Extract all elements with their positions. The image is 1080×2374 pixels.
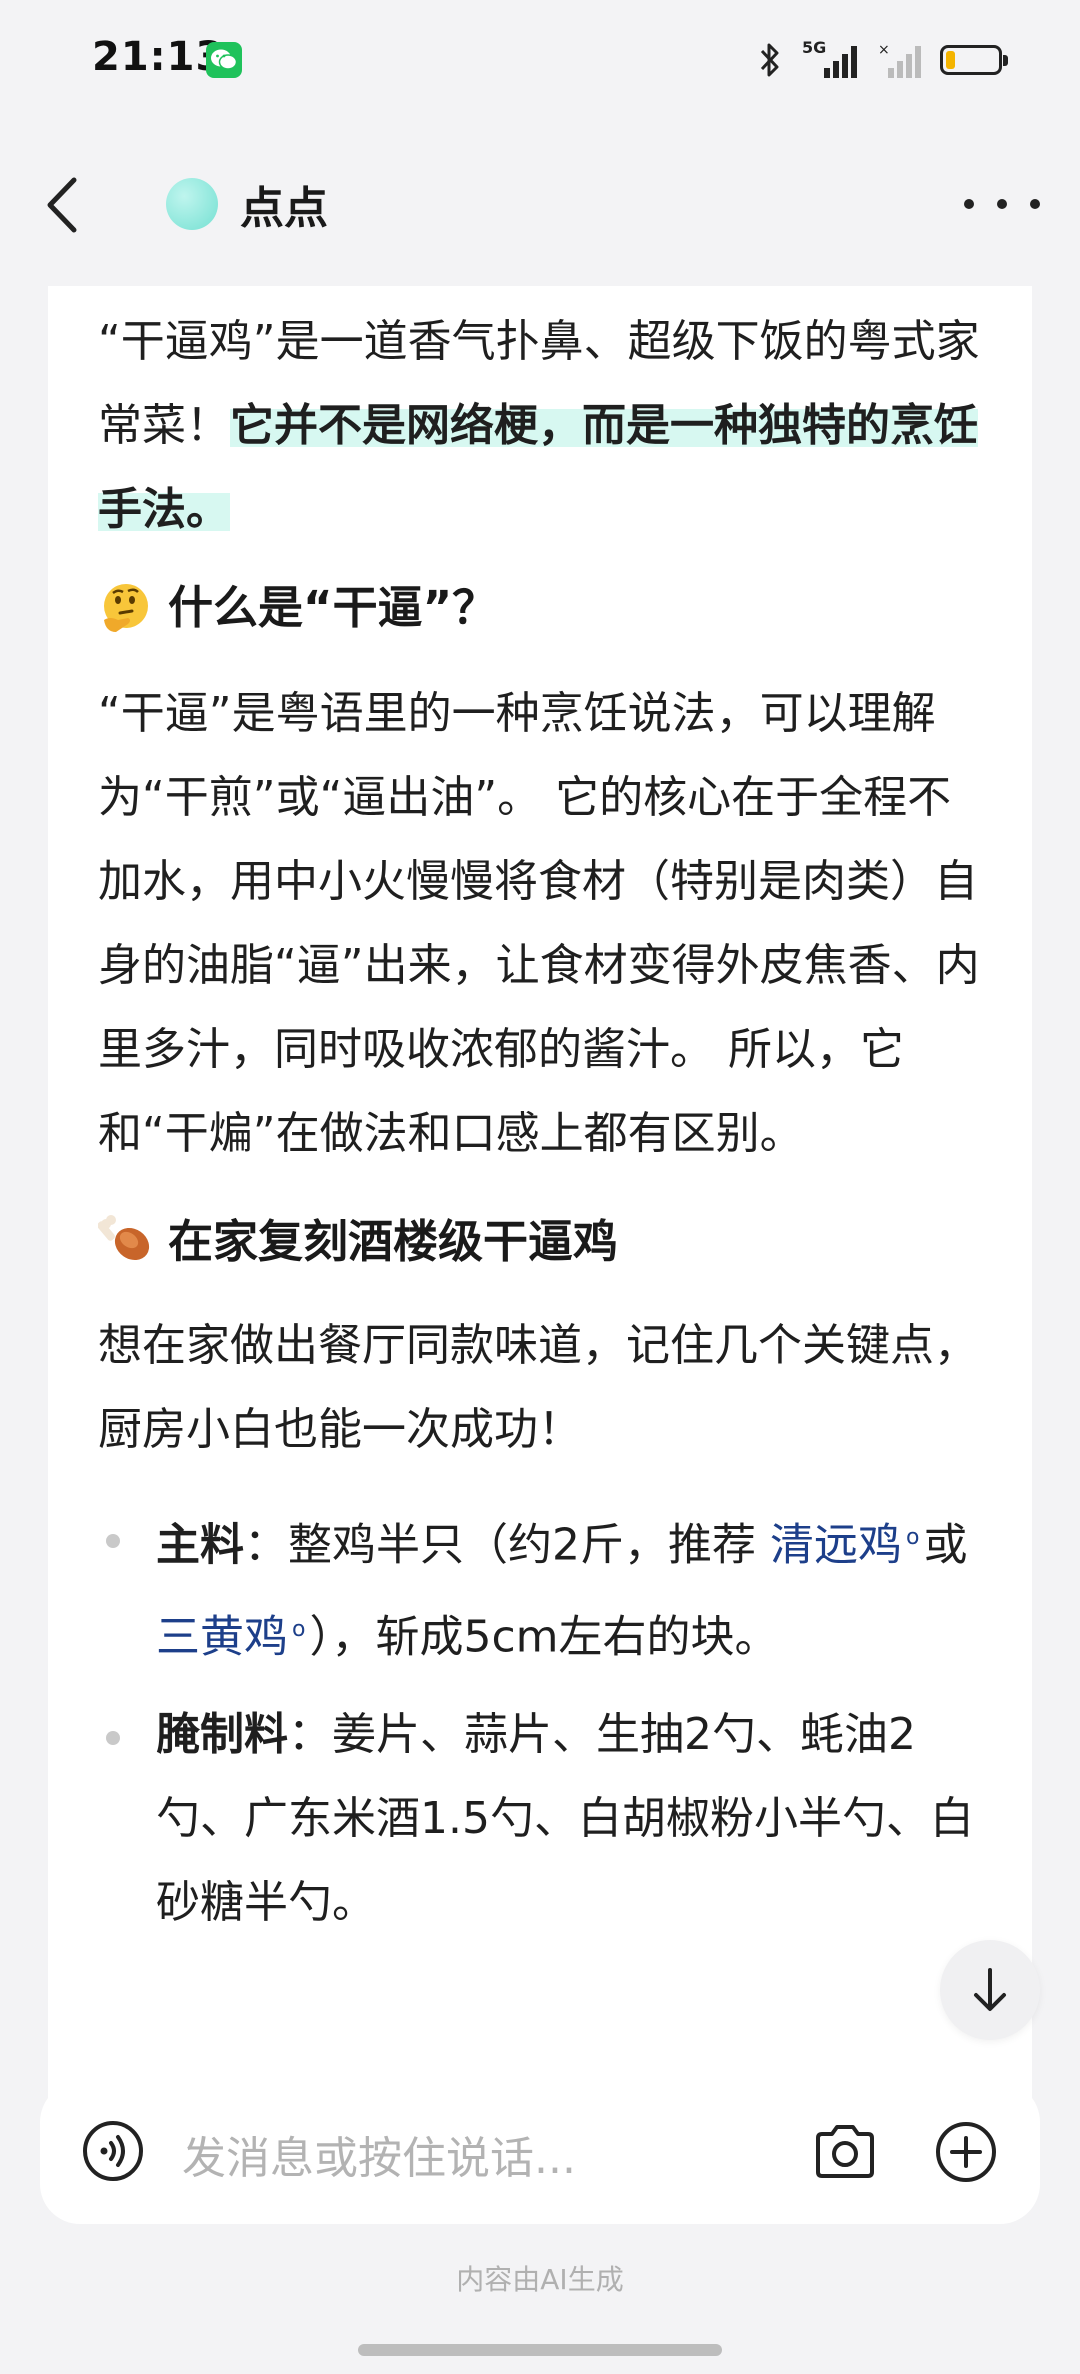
list-item: 腌制料：姜片、蒜片、生抽2勺、蚝油2勺、广东米酒1.5勺、白胡椒粉小半勺、白砂糖…	[98, 1693, 992, 1945]
status-bar: 21:13 5G ×	[0, 0, 1080, 120]
search-icon[interactable]: o	[292, 1617, 305, 1642]
message-card: “干逼鸡”是一道香气扑鼻、超级下饭的粤式家常菜！它并不是网络梗，而是一种独特的烹…	[48, 286, 1032, 2106]
section-body: 想在家做出餐厅同款味道，记住几个关键点，厨房小白也能一次成功！	[98, 1320, 978, 1455]
section-heading-what: 什么是“干逼”？	[98, 578, 992, 638]
item-text: ），斩成5cm左右的块。	[309, 1611, 779, 1663]
chat-title[interactable]: 点点	[240, 172, 328, 236]
section-body: “干逼”是粤语里的一种烹饪说法，可以理解为“干煎”或“逼出油”。 它的核心在于全…	[98, 688, 980, 1159]
chat-header: 点点	[0, 140, 1080, 270]
poultry-leg-emoji	[98, 1215, 150, 1261]
chevron-left-icon	[47, 177, 77, 233]
item-label: 腌制料	[156, 1709, 288, 1761]
item-label: 主料	[156, 1519, 244, 1571]
add-button[interactable]	[934, 2120, 998, 2184]
camera-icon	[816, 2125, 874, 2178]
message-input-bar: 发消息或按住说话...	[40, 2082, 1040, 2224]
section-heading-text: 在家复刻酒楼级干逼鸡	[168, 1215, 619, 1268]
battery-icon	[940, 45, 1008, 75]
svg-text:×: ×	[878, 42, 890, 58]
wechat-icon	[206, 42, 242, 78]
intro-paragraph: “干逼鸡”是一道香气扑鼻、超级下饭的粤式家常菜！它并不是网络梗，而是一种独特的烹…	[98, 300, 992, 552]
camera-button[interactable]	[812, 2120, 878, 2182]
bot-avatar[interactable]	[166, 178, 218, 230]
item-text: 或	[923, 1519, 968, 1571]
list-item: 主料：整鸡半只（约2斤，推荐 清远鸡 o或 三黄鸡 o），斩成5cm左右的块。	[98, 1496, 992, 1679]
voice-icon	[83, 2121, 143, 2181]
home-indicator[interactable]	[358, 2344, 722, 2356]
ai-generated-note: 内容由AI生成	[456, 2263, 624, 2296]
message-input[interactable]: 发消息或按住说话...	[182, 2122, 576, 2186]
section-heading-text: 什么是“干逼”？	[168, 581, 498, 634]
signal-off-icon: ×	[878, 42, 921, 78]
intro-highlight: 它并不是网络梗，而是一种独特的烹饪手法。	[98, 400, 978, 535]
item-separator: ：	[288, 1709, 332, 1761]
status-time: 21:13	[92, 34, 225, 80]
back-button[interactable]	[36, 170, 96, 240]
search-icon[interactable]: o	[906, 1525, 919, 1550]
item-separator: ：	[244, 1519, 288, 1571]
link-qingyuan-chicken[interactable]: 清远鸡	[770, 1520, 902, 1571]
signal-icon	[824, 46, 857, 78]
item-text: 整鸡半只（约2斤，推荐	[288, 1519, 770, 1571]
ellipsis-icon	[964, 199, 974, 209]
plus-circle-icon	[936, 2122, 996, 2182]
thinking-face-emoji	[104, 584, 148, 632]
ingredient-list: 主料：整鸡半只（约2斤，推荐 清远鸡 o或 三黄鸡 o），斩成5cm左右的块。 腌制…	[98, 1496, 992, 1945]
bluetooth-icon	[760, 43, 779, 77]
voice-button[interactable]	[82, 2120, 144, 2182]
arrow-down-icon	[974, 1968, 1006, 2011]
scroll-down-button[interactable]	[940, 1940, 1040, 2040]
section-heading-recipe: 在家复刻酒楼级干逼鸡	[98, 1212, 992, 1272]
more-button[interactable]	[964, 186, 1040, 222]
status-icons: 5G ×	[758, 36, 1008, 84]
link-sanhuang-chicken[interactable]: 三黄鸡	[156, 1611, 288, 1662]
signal-5g: 5G	[800, 38, 860, 80]
